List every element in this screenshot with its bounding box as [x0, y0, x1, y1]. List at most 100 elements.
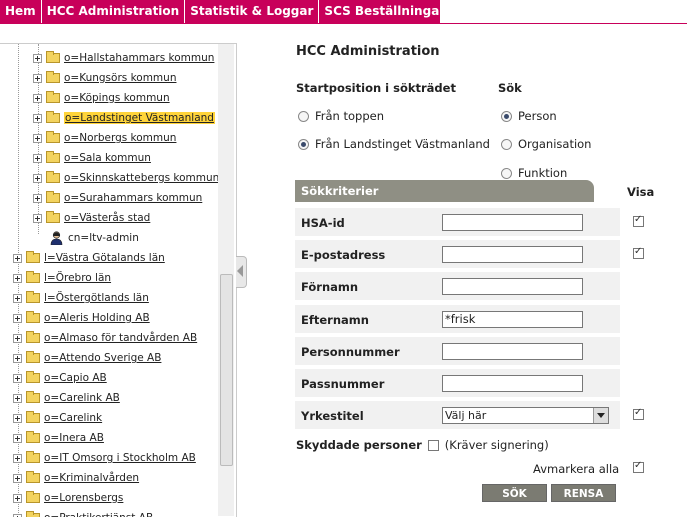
tree-node[interactable]: o=Carelink AB: [13, 388, 120, 408]
expand-icon[interactable]: [13, 294, 22, 303]
expand-icon[interactable]: [13, 354, 22, 363]
tree-node[interactable]: o=Inera AB: [13, 428, 104, 448]
visa-checkbox[interactable]: [633, 216, 644, 227]
tree-node[interactable]: o=Skinnskattebergs kommun: [33, 168, 219, 188]
tree-node-label[interactable]: o=Attendo Sverige AB: [44, 352, 161, 364]
visa-checkbox[interactable]: [633, 248, 644, 259]
tree-node[interactable]: l=Västra Götalands län: [13, 248, 165, 268]
expand-icon[interactable]: [13, 394, 22, 403]
chevron-down-icon[interactable]: [593, 408, 608, 423]
expand-icon[interactable]: [33, 174, 42, 183]
expand-icon[interactable]: [33, 74, 42, 83]
expand-icon[interactable]: [33, 94, 42, 103]
expand-icon[interactable]: [13, 254, 22, 263]
tree-node-label[interactable]: o=Aleris Holding AB: [44, 312, 150, 324]
nav-item-statistik-loggar[interactable]: Statistik & Loggar: [185, 0, 319, 23]
criteria-input[interactable]: *frisk: [442, 311, 583, 328]
tree-node[interactable]: o=Almaso för tandvården AB: [13, 328, 197, 348]
tree-node-label[interactable]: o=Västerås stad: [64, 212, 150, 224]
criteria-input[interactable]: [442, 246, 583, 263]
tree-node-label[interactable]: o=Skinnskattebergs kommun: [64, 172, 219, 184]
radio-icon[interactable]: [501, 139, 512, 150]
yrkestitel-select[interactable]: Välj här: [442, 407, 609, 424]
expand-icon[interactable]: [13, 314, 22, 323]
radio-start-landstinget[interactable]: Från Landstinget Västmanland: [298, 137, 490, 151]
tree-node-label[interactable]: o=Landstinget Västmanland: [64, 112, 215, 124]
criteria-input[interactable]: [442, 214, 583, 231]
tree-node[interactable]: l=Örebro län: [13, 268, 111, 288]
nav-item-hcc-administration[interactable]: HCC Administration: [42, 0, 186, 23]
tree-scrollbar-thumb[interactable]: [220, 274, 233, 466]
tree-node-label[interactable]: o=Lorensbergs: [44, 492, 123, 504]
tree-node[interactable]: cn=ltv-admin: [33, 228, 139, 248]
tree-node[interactable]: o=Sala kommun: [33, 148, 151, 168]
tree-node[interactable]: l=Östergötlands län: [13, 288, 149, 308]
nav-item-scs-bestallningar[interactable]: SCS Beställningar: [319, 0, 450, 23]
tree-node[interactable]: o=Lorensbergs: [13, 488, 123, 508]
visa-checkbox[interactable]: [633, 409, 644, 420]
tree-node-label[interactable]: o=Inera AB: [44, 432, 104, 444]
radio-icon[interactable]: [501, 168, 512, 179]
radio-search-funktion[interactable]: Funktion: [501, 166, 567, 180]
expand-icon[interactable]: [33, 214, 42, 223]
expand-icon[interactable]: [33, 154, 42, 163]
collapse-panel-handle[interactable]: [236, 256, 247, 288]
tree-node[interactable]: o=IT Omsorg i Stockholm AB: [13, 448, 196, 468]
tree-node-label[interactable]: o=Carelink AB: [44, 392, 120, 404]
tree-node-label[interactable]: o=Almaso för tandvården AB: [44, 332, 197, 344]
expand-icon[interactable]: [13, 494, 22, 503]
criteria-input[interactable]: [442, 375, 583, 392]
tree-node-label[interactable]: o=Surahammars kommun: [64, 192, 202, 204]
expand-icon[interactable]: [13, 514, 22, 517]
radio-icon[interactable]: [501, 111, 512, 122]
tree-node-label[interactable]: o=Sala kommun: [64, 152, 151, 164]
protected-persons-checkbox[interactable]: [428, 440, 439, 451]
tree-node[interactable]: o=Landstinget Västmanland: [33, 108, 215, 128]
tree-node[interactable]: o=Norbergs kommun: [33, 128, 176, 148]
expand-icon[interactable]: [13, 274, 22, 283]
expand-icon[interactable]: [33, 194, 42, 203]
search-button[interactable]: SÖK: [482, 484, 547, 502]
radio-search-organisation[interactable]: Organisation: [501, 137, 591, 151]
radio-search-person[interactable]: Person: [501, 109, 557, 123]
tree-node-label[interactable]: o=Norbergs kommun: [64, 132, 176, 144]
expand-icon[interactable]: [33, 134, 42, 143]
tree-node[interactable]: o=Västerås stad: [33, 208, 150, 228]
expand-icon[interactable]: [33, 54, 42, 63]
tree-node-label[interactable]: o=Köpings kommun: [64, 92, 170, 104]
radio-start-top[interactable]: Från toppen: [298, 109, 384, 123]
tree-node-label[interactable]: o=Hallstahammars kommun: [64, 52, 214, 64]
tree-node-label[interactable]: cn=ltv-admin: [68, 232, 139, 244]
tree-node[interactable]: o=Hallstahammars kommun: [33, 48, 214, 68]
tree-scrollbar[interactable]: [218, 44, 234, 516]
expand-icon[interactable]: [13, 374, 22, 383]
radio-icon[interactable]: [298, 139, 309, 150]
criteria-input[interactable]: [442, 278, 583, 295]
tree-node[interactable]: o=Aleris Holding AB: [13, 308, 150, 328]
tree-node[interactable]: o=Köpings kommun: [33, 88, 170, 108]
criteria-input[interactable]: [442, 343, 583, 360]
tree-node-label[interactable]: o=Capio AB: [44, 372, 107, 384]
tree-node[interactable]: o=Kriminalvården: [13, 468, 139, 488]
tree-node[interactable]: o=Kungsörs kommun: [33, 68, 176, 88]
clear-button[interactable]: RENSA: [551, 484, 616, 502]
tree-node[interactable]: o=Surahammars kommun: [33, 188, 202, 208]
expand-icon[interactable]: [13, 454, 22, 463]
nav-item-hem[interactable]: Hem: [0, 0, 42, 23]
tree-node-label[interactable]: o=Praktikertjänst AB: [44, 512, 153, 517]
tree-node-label[interactable]: o=Kriminalvården: [44, 472, 139, 484]
expand-icon[interactable]: [13, 414, 22, 423]
tree-node-label[interactable]: l=Östergötlands län: [44, 292, 149, 304]
tree-node[interactable]: o=Attendo Sverige AB: [13, 348, 161, 368]
tree-node[interactable]: o=Capio AB: [13, 368, 107, 388]
expand-icon[interactable]: [13, 334, 22, 343]
expand-icon[interactable]: [33, 114, 42, 123]
tree-node-label[interactable]: l=Örebro län: [44, 272, 111, 284]
expand-icon[interactable]: [13, 434, 22, 443]
expand-icon[interactable]: [13, 474, 22, 483]
tree-node-label[interactable]: l=Västra Götalands län: [44, 252, 165, 264]
tree-node-label[interactable]: o=Kungsörs kommun: [64, 72, 176, 84]
tree-node[interactable]: o=Carelink: [13, 408, 102, 428]
deselect-all-checkbox[interactable]: [633, 462, 644, 473]
tree-node-label[interactable]: o=Carelink: [44, 412, 102, 424]
